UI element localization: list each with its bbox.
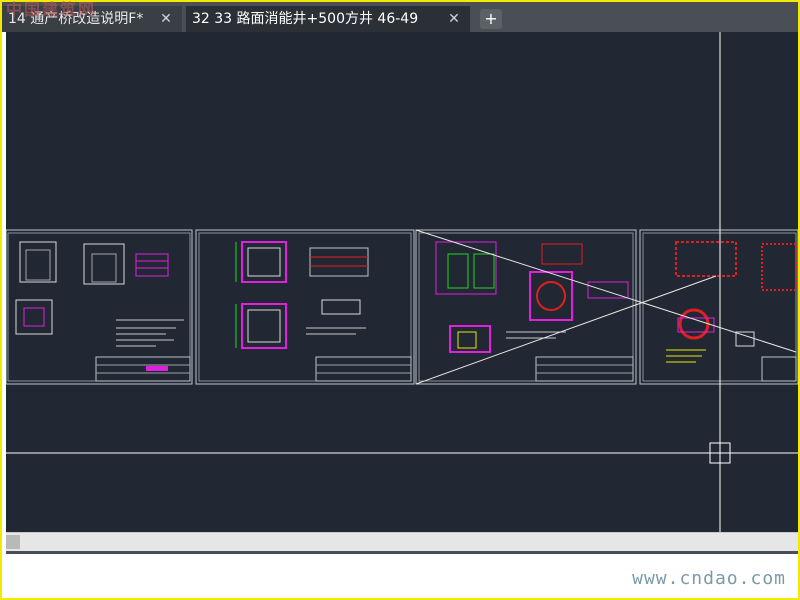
close-icon[interactable]: ✕ bbox=[158, 6, 174, 32]
diagonal-lines bbox=[415, 229, 797, 385]
cad-drawing bbox=[6, 32, 798, 532]
sheet-4-content bbox=[666, 241, 797, 382]
sheet-frame-3 bbox=[415, 229, 637, 385]
sheet-3-content bbox=[435, 241, 634, 382]
status-divider bbox=[6, 551, 798, 554]
sheet-2-content bbox=[235, 241, 412, 382]
tab-2[interactable]: 32 33 路面消能井+500方井 46-49 ✕ bbox=[186, 6, 470, 32]
tab-label: 14 通产桥改造说明F* bbox=[8, 11, 144, 27]
drawing-canvas[interactable] bbox=[6, 32, 798, 532]
watermark-bottom: www.cndao.com bbox=[632, 568, 786, 589]
crosshair-cursor-icon bbox=[6, 32, 798, 532]
sheet-frame-1 bbox=[6, 229, 193, 385]
sheet-frames bbox=[6, 229, 798, 385]
close-icon[interactable]: ✕ bbox=[446, 6, 462, 32]
sheet-1-content bbox=[15, 241, 191, 382]
tab-1[interactable]: 14 通产桥改造说明F* ✕ bbox=[2, 6, 182, 32]
scrollbar-thumb[interactable] bbox=[6, 535, 20, 549]
plus-icon[interactable]: + bbox=[480, 9, 502, 29]
sheet-frame-4 bbox=[639, 229, 798, 385]
horizontal-scrollbar[interactable] bbox=[6, 532, 798, 551]
sheet-frame-2 bbox=[195, 229, 415, 385]
tab-label: 32 33 路面消能井+500方井 46-49 bbox=[192, 11, 419, 27]
document-tab-bar: 14 通产桥改造说明F* ✕ 32 33 路面消能井+500方井 46-49 ✕… bbox=[2, 2, 798, 32]
